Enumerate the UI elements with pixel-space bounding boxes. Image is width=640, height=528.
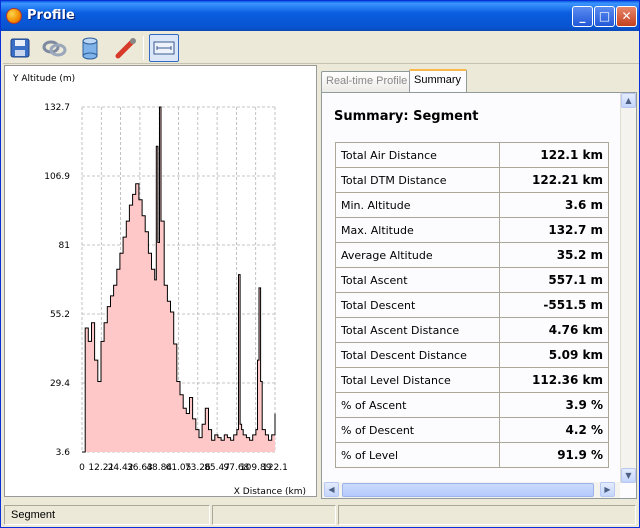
summary-label: Total DTM Distance [335, 167, 500, 193]
minimize-button[interactable]: _ [572, 6, 593, 27]
save-button[interactable] [5, 34, 35, 62]
profile-chart-panel: Y Altitude (m) X Distance (km) 132.7 106.… [4, 65, 317, 497]
table-row: Max. Altitude 132.7 m [335, 217, 609, 243]
summary-value: 5.09 km [499, 342, 609, 368]
table-row: Total DTM Distance 122.21 km [335, 167, 609, 193]
summary-value: 122.1 km [499, 142, 609, 168]
summary-label: Total Descent Distance [335, 342, 500, 368]
database-button[interactable] [75, 34, 105, 62]
x-tick-label: 0 [79, 463, 85, 473]
summary-label: Min. Altitude [335, 192, 500, 218]
profile-window: Profile _ □ ✕ Y Altitude (m) X Distance … [0, 0, 640, 528]
table-row: Min. Altitude 3.6 m [335, 192, 609, 218]
table-row: Total Ascent 557.1 m [335, 267, 609, 293]
scroll-left-icon[interactable]: ◀ [324, 482, 339, 497]
scroll-right-icon[interactable]: ▶ [600, 482, 615, 497]
summary-label: Total Descent [335, 292, 500, 318]
summary-content: Summary: Segment Total Air Distance 122.1… [321, 92, 637, 499]
scroll-down-icon[interactable]: ▼ [621, 468, 636, 483]
tab-summary[interactable]: Summary [409, 69, 468, 93]
database-icon [82, 37, 98, 60]
y-tick-label: 81 [59, 241, 70, 251]
ruler-icon [153, 41, 175, 55]
ruler-button[interactable] [149, 34, 179, 62]
summary-label: % of Level [335, 442, 500, 468]
table-row: Total Air Distance 122.1 km [335, 142, 609, 168]
y-tick-label: 106.9 [44, 172, 70, 182]
y-tick-label: 132.7 [44, 103, 70, 113]
elevation-profile-chart: Y Altitude (m) X Distance (km) 132.7 106.… [12, 74, 306, 497]
tab-real-time-profile[interactable]: Real-time Profile [321, 71, 414, 92]
pipette-icon [115, 38, 136, 59]
save-icon [10, 38, 30, 58]
table-row: Total Descent Distance 5.09 km [335, 342, 609, 368]
status-cell-3 [338, 505, 636, 525]
summary-label: Total Ascent Distance [335, 317, 500, 343]
close-button[interactable]: ✕ [616, 6, 637, 27]
summary-label: Max. Altitude [335, 217, 500, 243]
summary-label: Total Air Distance [335, 142, 500, 168]
summary-value: -551.5 m [499, 292, 609, 318]
table-row: Total Descent -551.5 m [335, 292, 609, 318]
status-text: Segment [4, 505, 210, 525]
summary-label: Total Level Distance [335, 367, 500, 393]
summary-label: Total Ascent [335, 267, 500, 293]
summary-value: 4.2 % [499, 417, 609, 443]
summary-value: 112.36 km [499, 367, 609, 393]
x-tick-label: 122.1 [262, 463, 288, 473]
summary-value: 122.21 km [499, 167, 609, 193]
scroll-up-icon[interactable]: ▲ [621, 93, 636, 108]
table-row: % of Ascent 3.9 % [335, 392, 609, 418]
summary-label: % of Descent [335, 417, 500, 443]
summary-value: 4.76 km [499, 317, 609, 343]
vertical-scrollbar[interactable]: ▲ ▼ [620, 93, 636, 483]
horizontal-scroll-thumb[interactable] [342, 483, 594, 497]
summary-panel: Real-time Profile Summary Summary: Segme… [321, 65, 637, 499]
window-title: Profile [27, 8, 75, 23]
summary-title: Summary: Segment [334, 109, 479, 124]
y-axis-label: Y Altitude (m) [12, 74, 75, 84]
title-bar[interactable]: Profile _ □ ✕ [1, 1, 639, 31]
summary-value: 3.9 % [499, 392, 609, 418]
summary-value: 91.9 % [499, 442, 609, 468]
status-cell-2 [212, 505, 336, 525]
summary-value: 132.7 m [499, 217, 609, 243]
summary-value: 35.2 m [499, 242, 609, 268]
horizontal-scrollbar[interactable]: ◀ ▶ [322, 482, 620, 498]
table-row: Total Level Distance 112.36 km [335, 367, 609, 393]
toolbar-separator [143, 36, 144, 60]
link-button[interactable] [39, 34, 69, 62]
summary-table: Total Air Distance 122.1 km Total DTM Dist… [335, 142, 609, 468]
table-row: % of Level 91.9 % [335, 442, 609, 468]
toolbar [3, 32, 639, 64]
pipette-button[interactable] [111, 34, 141, 62]
maximize-button[interactable]: □ [594, 6, 615, 27]
status-bar: Segment [1, 503, 639, 527]
summary-label: % of Ascent [335, 392, 500, 418]
table-row: Average Altitude 35.2 m [335, 242, 609, 268]
table-row: % of Descent 4.2 % [335, 417, 609, 443]
summary-label: Average Altitude [335, 242, 500, 268]
x-axis-ticks: 0 12.2124.4236.6348.8461.0573.2685.4797.6… [79, 463, 288, 473]
summary-value: 557.1 m [499, 267, 609, 293]
y-axis-ticks: 132.7 106.9 81 55.2 29.4 3.6 [44, 103, 70, 458]
summary-value: 3.6 m [499, 192, 609, 218]
x-axis-label: X Distance (km) [234, 487, 306, 496]
y-tick-label: 55.2 [50, 310, 70, 320]
table-row: Total Ascent Distance 4.76 km [335, 317, 609, 343]
link-icon [42, 40, 67, 57]
y-tick-label: 3.6 [56, 448, 71, 458]
app-icon [6, 8, 22, 24]
y-tick-label: 29.4 [50, 379, 70, 389]
